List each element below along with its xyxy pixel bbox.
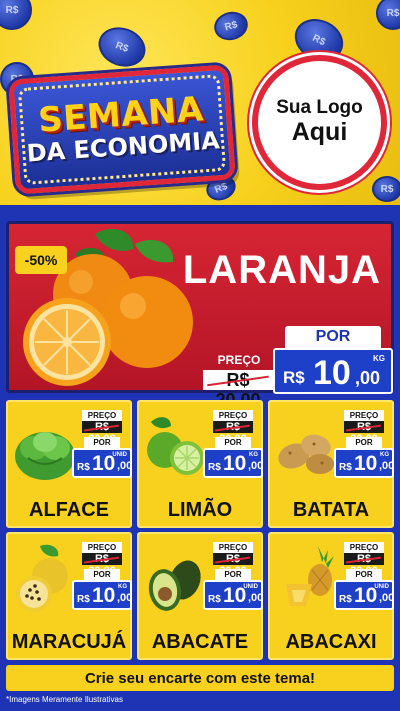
old-price-label: PREÇO: [217, 353, 261, 367]
pineapple-icon: [286, 546, 334, 606]
old-price-label: PREÇO: [344, 410, 384, 421]
new-price-box: R$ 10 ,00 KG: [72, 580, 132, 610]
avocado-icon: [148, 560, 201, 611]
product-name: ALFACE: [29, 499, 109, 521]
currency-symbol: R$: [339, 462, 352, 473]
price-unit: KG: [380, 452, 389, 458]
product-card-maracuja[interactable]: PREÇO R$ 20,00 POR R$ 10 ,00 KG MARACUJÁ: [6, 532, 132, 660]
logo-text-line2: Aqui: [291, 118, 348, 147]
new-price-box: R$ 10 ,00 KG: [334, 448, 394, 478]
price-decimal: ,00: [355, 368, 381, 388]
old-price-label: PREÇO: [82, 542, 122, 553]
discount-badge: -50%: [15, 246, 67, 274]
old-price-value: R$ 20,00: [344, 421, 384, 445]
price-unit: UNID: [374, 584, 389, 590]
product-card-alface[interactable]: PREÇO R$ 20,00 POR R$ 10 ,00 UNID ALFACE: [6, 400, 132, 528]
price-decimal: ,00: [117, 460, 133, 472]
product-name: ABACATE: [151, 631, 249, 653]
old-price-label: PREÇO: [213, 410, 253, 421]
campaign-badge: SEMANA DA ECONOMIA: [8, 64, 236, 195]
price-decimal: ,00: [248, 592, 264, 604]
por-label: POR: [346, 569, 382, 580]
featured-product-card[interactable]: -50% LARANJA PREÇO R$ 20,00 POR R$ 10 ,0…: [6, 221, 394, 410]
currency-symbol: R$: [77, 594, 90, 605]
currency-symbol: R$: [77, 462, 90, 473]
por-label: POR: [346, 437, 382, 448]
price-integer: 10: [313, 354, 351, 392]
por-label: POR: [215, 437, 251, 448]
product-name: LIMÃO: [167, 499, 233, 521]
currency-symbol: R$: [339, 594, 352, 605]
passion-fruit-icon: [16, 544, 68, 612]
price-unit: KG: [118, 584, 127, 590]
old-price-value: R$ 20,00: [213, 553, 253, 577]
new-price-box: R$ 10 ,00 UNID: [72, 448, 132, 478]
old-price-value: R$ 20,00: [213, 421, 253, 445]
price-integer: 10: [223, 452, 247, 475]
new-price-box: R$ 10 ,00 KG: [203, 448, 263, 478]
product-card-batata[interactable]: PREÇO R$ 20,00 POR R$ 10 ,00 KG BATATA: [268, 400, 394, 528]
header-banner: R$ R$ R$ R$ R$ R$ R$ R$ SEMANA DA ECONOM…: [0, 0, 400, 205]
old-price-label: PREÇO: [82, 410, 122, 421]
currency-symbol: R$: [283, 368, 305, 387]
old-price-value: R$ 20,00: [82, 553, 122, 577]
product-card-abacate[interactable]: PREÇO R$ 20,00 POR R$ 10 ,00 UNID ABACAT…: [137, 532, 263, 660]
price-decimal: ,00: [248, 460, 264, 472]
lettuce-icon: [15, 432, 75, 480]
price-integer: 10: [92, 584, 116, 607]
new-price-box: R$ 10 ,00 KG: [273, 348, 393, 394]
old-price-value: R$ 20,00: [203, 370, 273, 410]
new-price-box: R$ 10 ,00 UNID: [334, 580, 394, 610]
offers-panel: -50% LARANJA PREÇO R$ 20,00 POR R$ 10 ,0…: [0, 205, 400, 711]
marquee-lights: [17, 74, 227, 185]
product-name: BATATA: [292, 499, 370, 521]
disclaimer-text: *Imagens Meramente Ilustrativas: [6, 695, 123, 704]
old-price-value: R$ 20,00: [82, 421, 122, 445]
price-unit: UNID: [243, 584, 258, 590]
old-price-label: PREÇO: [213, 542, 253, 553]
product-card-limao[interactable]: PREÇO R$ 20,00 POR R$ 10 ,00 KG LIMÃO: [137, 400, 263, 528]
featured-product-name: LARANJA: [182, 248, 381, 292]
por-label: POR: [84, 437, 120, 448]
currency-symbol: R$: [208, 462, 221, 473]
coin-icon: R$: [210, 8, 252, 44]
product-card-abacaxi[interactable]: PREÇO R$ 20,00 POR R$ 10 ,00 UNID ABACAX…: [268, 532, 394, 660]
price-unit: KG: [249, 452, 258, 458]
new-price-box: R$ 10 ,00 UNID: [203, 580, 263, 610]
coin-icon: R$: [0, 0, 32, 30]
coin-icon: R$: [376, 0, 400, 30]
por-label: POR: [285, 326, 381, 348]
potato-icon: [278, 434, 334, 474]
price-decimal: ,00: [117, 592, 133, 604]
por-label: POR: [84, 569, 120, 580]
cta-banner[interactable]: Crie seu encarte com este tema!: [6, 665, 394, 691]
logo-text-line1: Sua Logo: [276, 97, 363, 119]
product-name: MARACUJÁ: [11, 631, 127, 653]
price-decimal: ,00: [379, 460, 395, 472]
price-decimal: ,00: [379, 592, 395, 604]
coin-icon: R$: [92, 20, 152, 74]
coin-icon: R$: [372, 176, 400, 202]
currency-symbol: R$: [208, 594, 221, 605]
price-unit: UNID: [112, 452, 127, 458]
lime-icon: [147, 417, 204, 475]
por-label: POR: [215, 569, 251, 580]
product-name: ABACAXI: [285, 631, 377, 653]
price-unit: KG: [373, 354, 385, 363]
price-integer: 10: [354, 452, 378, 475]
old-price-value: R$ 20,00: [344, 553, 384, 577]
logo-placeholder[interactable]: Sua Logo Aqui: [252, 55, 387, 190]
old-price-label: PREÇO: [344, 542, 384, 553]
